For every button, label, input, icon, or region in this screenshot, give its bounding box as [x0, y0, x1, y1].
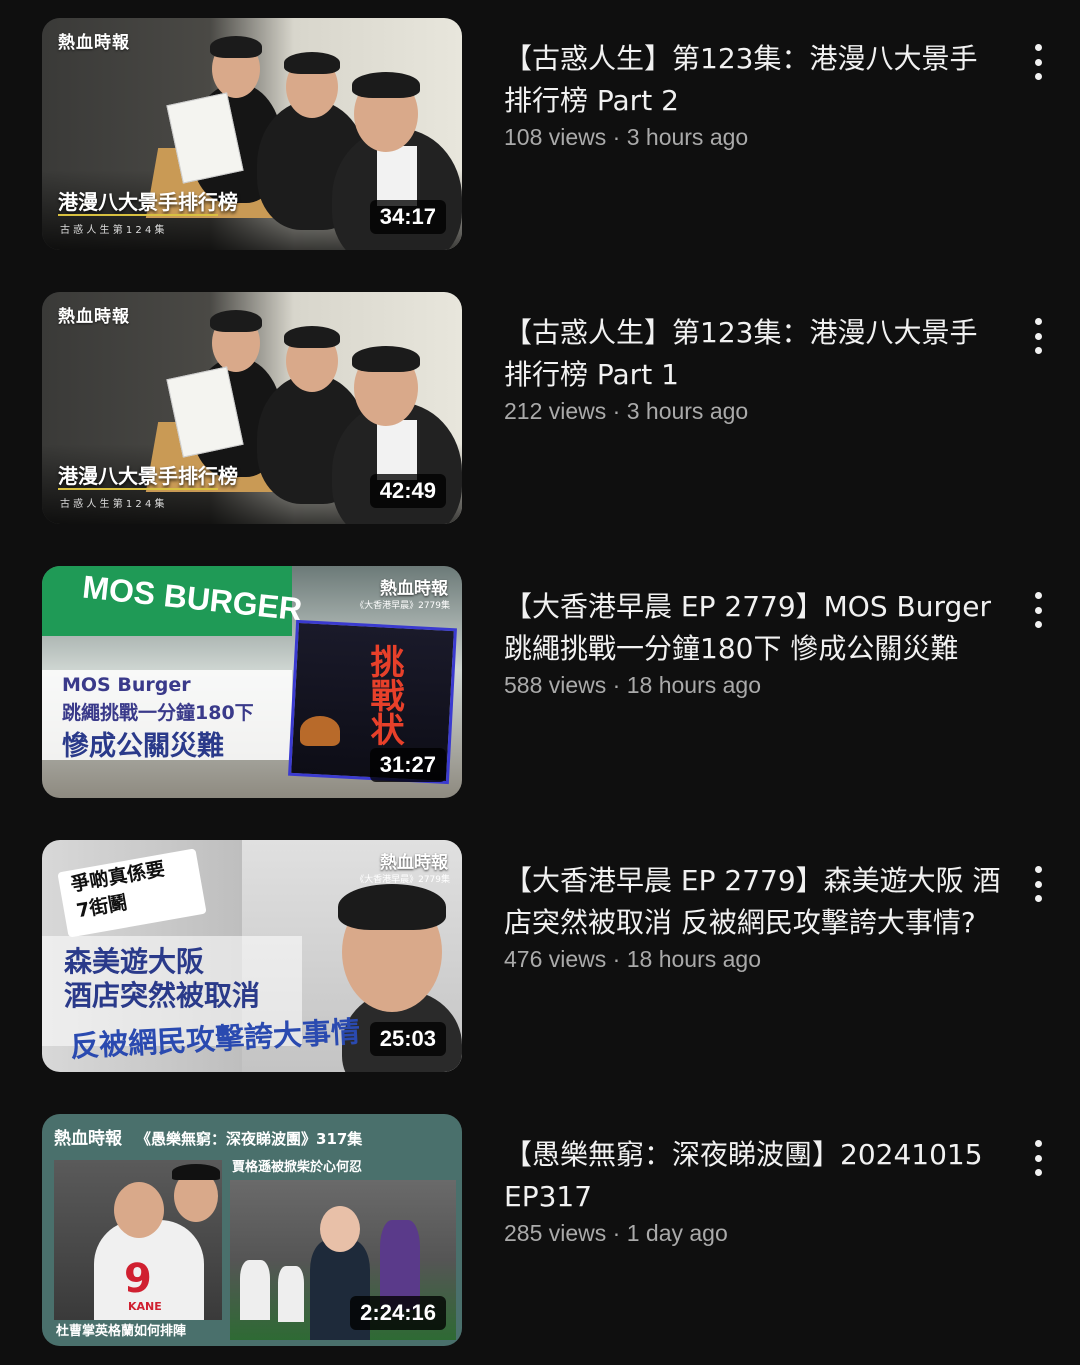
more-options-icon[interactable] [1022, 862, 1054, 906]
video-stats: 285 views · 1 day ago [504, 1220, 728, 1246]
thumbnail-caption: 港漫八大景手排行榜 [58, 190, 238, 214]
video-thumbnail[interactable]: 熱血時報 港漫八大景手排行榜 古 惑 人 生 第 1 2 4 集 34:17 [42, 18, 462, 250]
video-stats: 212 views · 3 hours ago [504, 398, 749, 424]
video-stats: 476 views · 18 hours ago [504, 946, 761, 972]
duration-badge: 2:24:16 [350, 1296, 446, 1330]
more-options-icon[interactable] [1022, 1136, 1054, 1180]
channel-masthead: 熱血時報 [380, 853, 448, 873]
more-options-icon[interactable] [1022, 588, 1054, 632]
video-thumbnail[interactable]: 熱血時報 《愚樂無窮：深夜睇波團》317集 賈格遜被掀柴於心何忍 9 KANE … [42, 1114, 462, 1346]
duration-badge: 42:49 [369, 474, 446, 508]
video-item[interactable]: MOS BURGER MOS Burger 跳繩挑戰一分鐘180下 慘成公關災難… [0, 566, 1080, 798]
thumbnail-line2: 酒店突然被取消 [64, 979, 261, 1012]
right-caption: 賈格遜被掀柴於心何忍 [232, 1160, 363, 1175]
thumbnail-subcaption: 古 惑 人 生 第 1 2 4 集 [60, 225, 165, 236]
channel-masthead: 熱血時報 [54, 1129, 122, 1149]
caption-underline [58, 488, 218, 490]
video-meta[interactable]: 【古惑人生】第123集：港漫八大景手排行榜 Part 2 108 views ·… [504, 38, 1004, 151]
thumbnail-line1: MOS Burger [62, 674, 191, 696]
video-item[interactable]: 熱血時報 港漫八大景手排行榜 古 惑 人 生 第 1 2 4 集 34:17 【… [0, 18, 1080, 250]
thumbnail-subcaption: 古 惑 人 生 第 1 2 4 集 [60, 499, 165, 510]
video-item[interactable]: 爭啲真係要 7街鬬 森美遊大阪 酒店突然被取消 反被網民攻擊誇大事情 熱血時報 … [0, 840, 1080, 1072]
video-meta[interactable]: 【古惑人生】第123集：港漫八大景手排行榜 Part 1 212 views ·… [504, 312, 1004, 425]
more-options-icon[interactable] [1022, 40, 1054, 84]
duration-badge: 31:27 [369, 748, 446, 782]
caption-underline [58, 214, 218, 216]
duration-badge: 34:17 [369, 200, 446, 234]
video-meta[interactable]: 【大香港早晨 EP 2779】MOS Burger跳繩挑戰一分鐘180下 慘成公… [504, 586, 1004, 699]
duration-badge: 25:03 [369, 1022, 446, 1056]
video-item[interactable]: 熱血時報 港漫八大景手排行榜 古 惑 人 生 第 1 2 4 集 42:49 【… [0, 292, 1080, 524]
jersey-number: 9 [124, 1256, 152, 1302]
video-item[interactable]: 熱血時報 《愚樂無窮：深夜睇波團》317集 賈格遜被掀柴於心何忍 9 KANE … [0, 1114, 1080, 1346]
video-title[interactable]: 【大香港早晨 EP 2779】MOS Burger跳繩挑戰一分鐘180下 慘成公… [504, 586, 1004, 670]
video-title[interactable]: 【古惑人生】第123集：港漫八大景手排行榜 Part 2 [504, 38, 1004, 122]
show-header: 《愚樂無窮：深夜睇波團》317集 [136, 1130, 363, 1148]
left-photo: 9 KANE [54, 1160, 222, 1320]
video-title[interactable]: 【大香港早晨 EP 2779】森美遊大阪 酒店突然被取消 反被網民攻擊誇大事情? [504, 860, 1004, 944]
video-title[interactable]: 【古惑人生】第123集：港漫八大景手排行榜 Part 1 [504, 312, 1004, 396]
episode-label: 《大香港早晨》2779集 [355, 601, 450, 611]
video-meta[interactable]: 【大香港早晨 EP 2779】森美遊大阪 酒店突然被取消 反被網民攻擊誇大事情?… [504, 860, 1004, 973]
video-stats: 588 views · 18 hours ago [504, 672, 761, 698]
episode-label: 《大香港早晨》2779集 [355, 875, 450, 885]
video-meta[interactable]: 【愚樂無窮：深夜睇波團】20241015 EP317 285 views · 1… [504, 1134, 1004, 1247]
thumbnail-line2: 跳繩挑戰一分鐘180下 [62, 702, 254, 724]
channel-masthead: 熱血時報 [380, 579, 448, 599]
thumbnail-line3: 慘成公關災難 [62, 731, 224, 762]
channel-masthead: 熱血時報 [58, 307, 130, 327]
burger-icon [300, 716, 340, 746]
jersey-name: KANE [128, 1300, 162, 1313]
thumbnail-caption: 港漫八大景手排行榜 [58, 464, 238, 488]
video-stats: 108 views · 3 hours ago [504, 124, 749, 150]
video-thumbnail[interactable]: 熱血時報 港漫八大景手排行榜 古 惑 人 生 第 1 2 4 集 42:49 [42, 292, 462, 524]
more-options-icon[interactable] [1022, 314, 1054, 358]
video-thumbnail[interactable]: 爭啲真係要 7街鬬 森美遊大阪 酒店突然被取消 反被網民攻擊誇大事情 熱血時報 … [42, 840, 462, 1072]
challenge-poster: 挑戰状 [364, 644, 404, 746]
left-caption: 杜曹掌英格蘭如何排陣 [56, 1324, 187, 1339]
video-thumbnail[interactable]: MOS BURGER MOS Burger 跳繩挑戰一分鐘180下 慘成公關災難… [42, 566, 462, 798]
video-list: 熱血時報 港漫八大景手排行榜 古 惑 人 生 第 1 2 4 集 34:17 【… [0, 0, 1080, 1365]
video-title[interactable]: 【愚樂無窮：深夜睇波團】20241015 EP317 [504, 1134, 1004, 1218]
channel-masthead: 熱血時報 [58, 33, 130, 53]
